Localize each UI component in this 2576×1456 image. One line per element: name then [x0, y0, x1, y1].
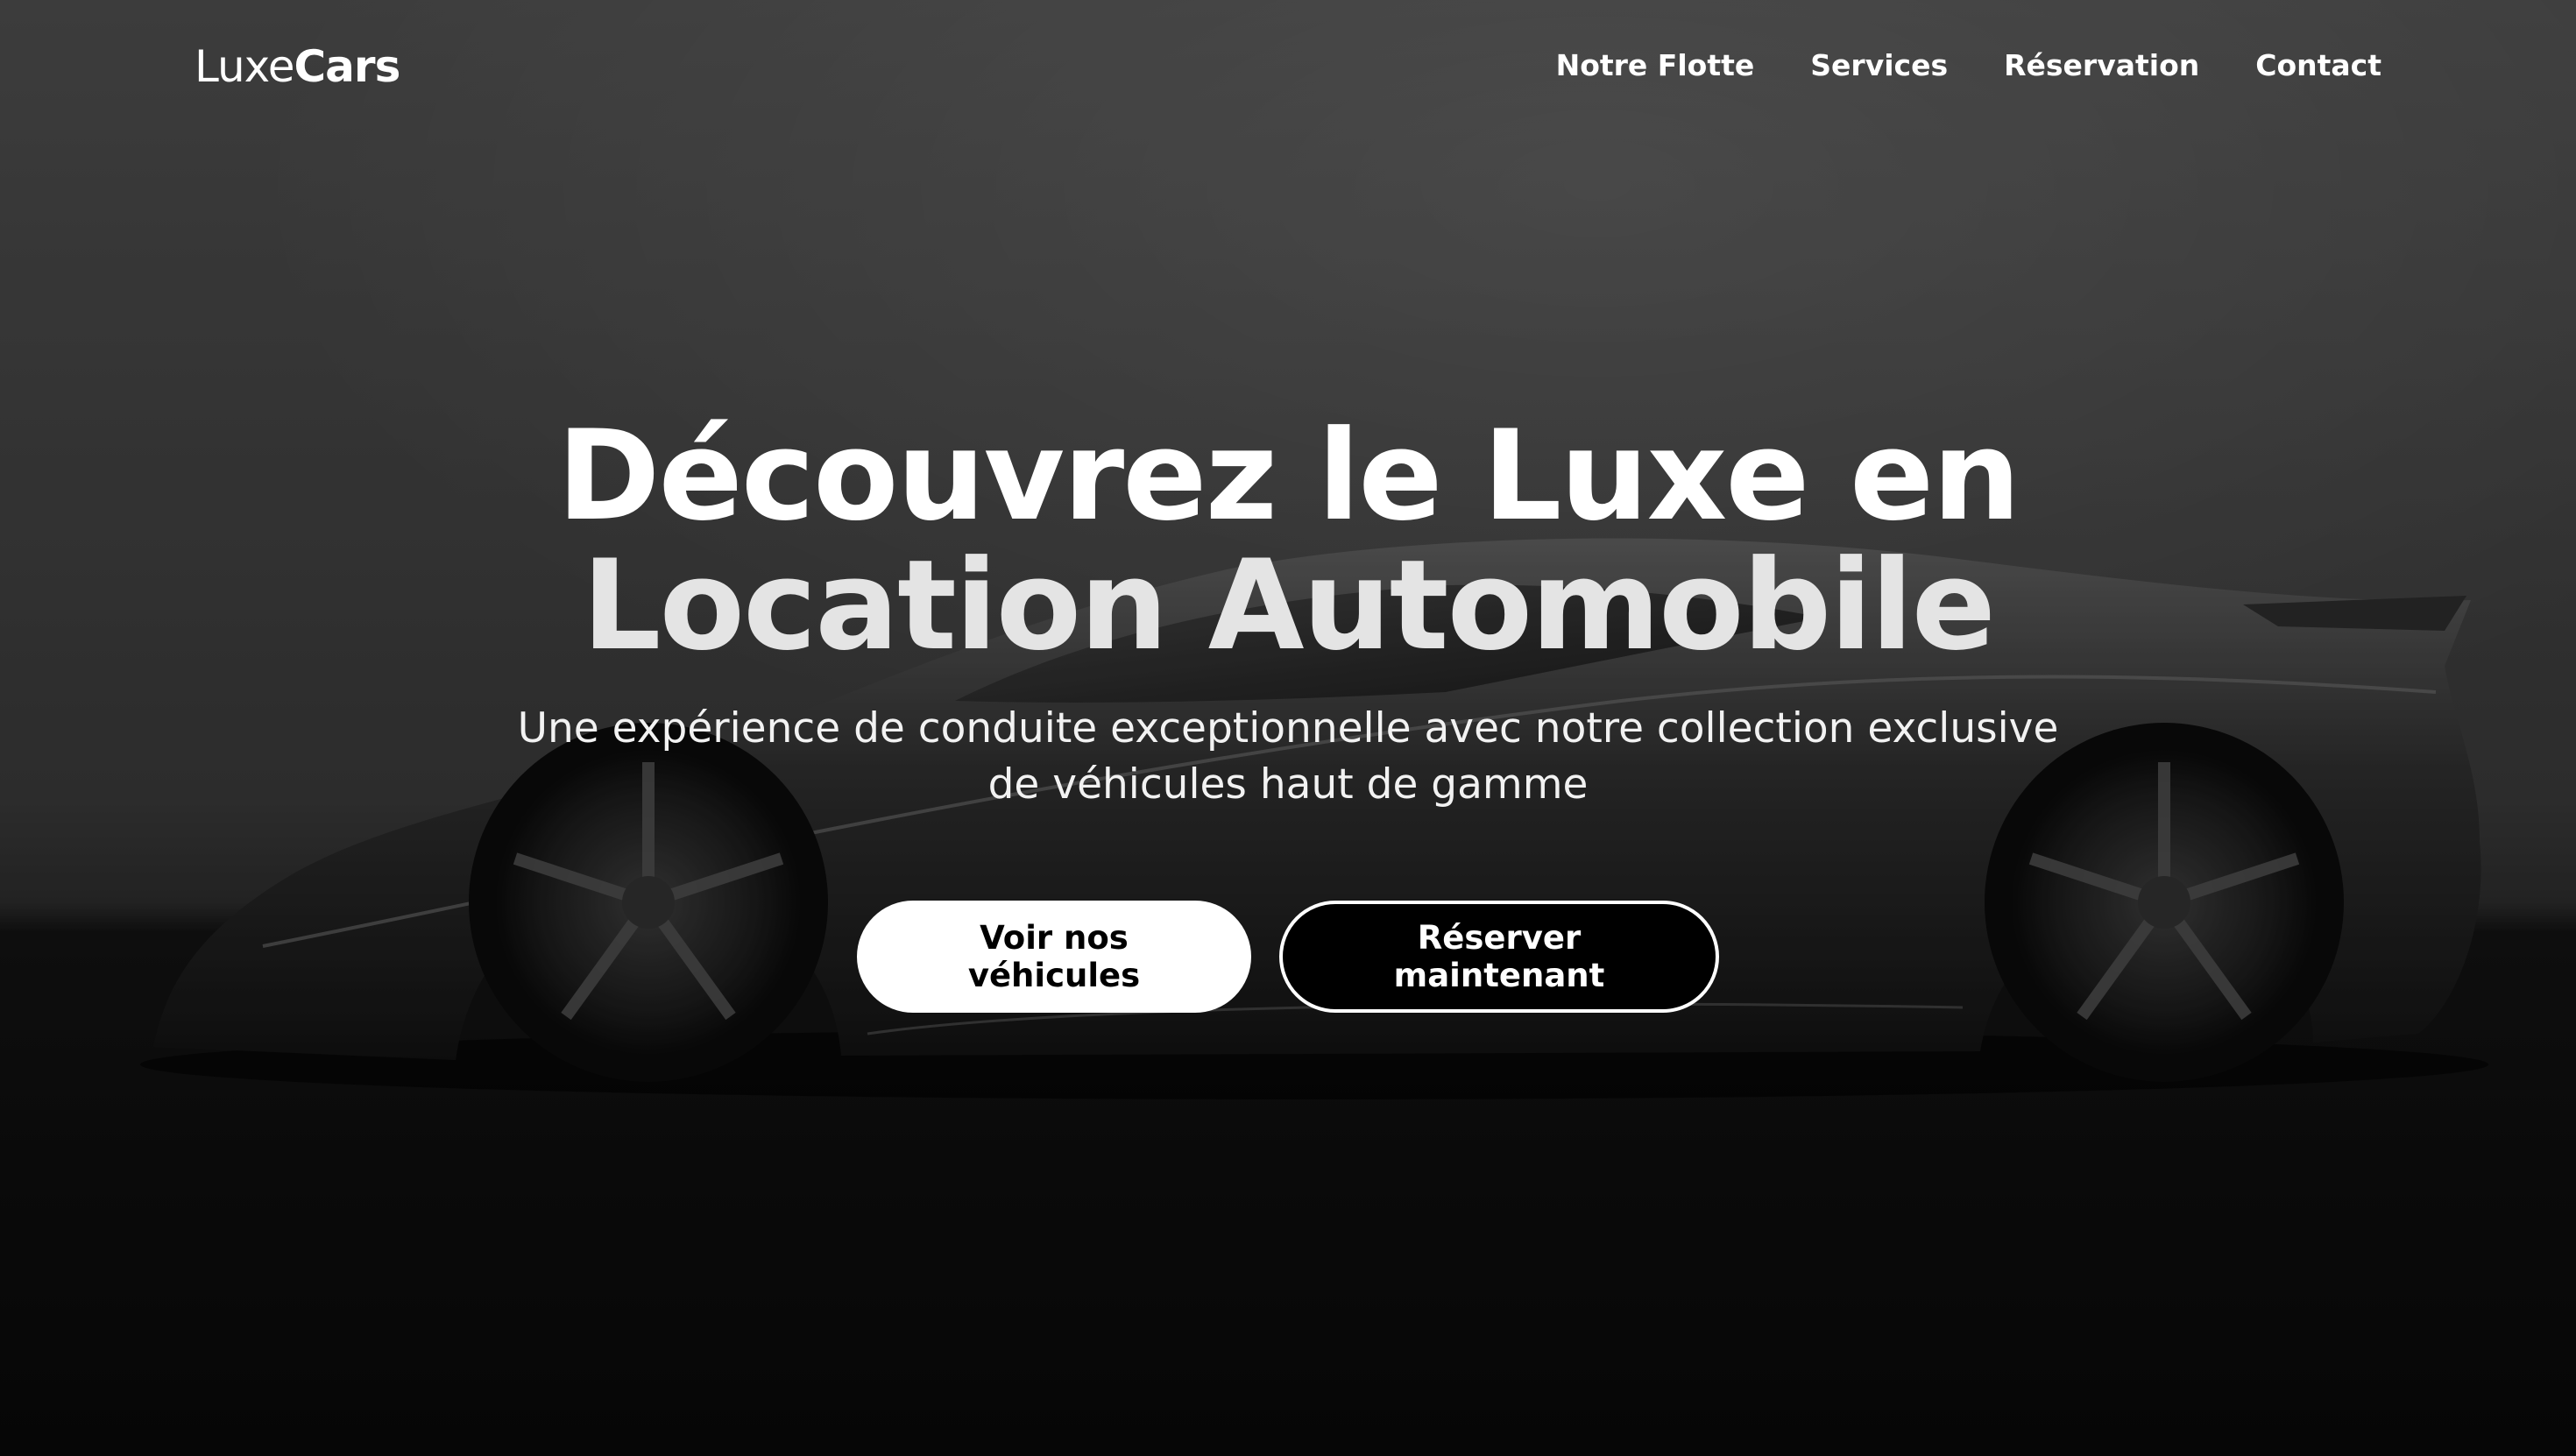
hero-title: Découvrez le Luxe en Location Automobile: [0, 412, 2576, 671]
nav-link-services[interactable]: Services: [1810, 44, 1948, 88]
nav-link-notre-flotte[interactable]: Notre Flotte: [1556, 44, 1755, 88]
nav-link-contact[interactable]: Contact: [2255, 44, 2381, 88]
logo-text-light: Luxe: [195, 41, 294, 92]
nav-link-reservation[interactable]: Réservation: [2004, 44, 2199, 88]
hero-content: Découvrez le Luxe en Location Automobile…: [0, 412, 2576, 1013]
nav-links: Notre Flotte Services Réservation Contac…: [1556, 44, 2381, 88]
hero-buttons: Voir nos véhicules Réserver maintenant: [0, 901, 2576, 1013]
hero-title-line-1: Découvrez le Luxe en: [556, 404, 2021, 548]
logo-text-bold: Cars: [294, 41, 400, 92]
view-vehicles-button[interactable]: Voir nos véhicules: [857, 901, 1251, 1013]
hero-title-line-2: Location Automobile: [582, 534, 1996, 678]
hero-subtitle: Une expérience de conduite exceptionnell…: [517, 704, 2059, 809]
hero-section: LuxeCars Notre Flotte Services Réservati…: [0, 0, 2576, 1456]
book-now-button[interactable]: Réserver maintenant: [1279, 901, 1719, 1013]
top-navigation: LuxeCars Notre Flotte Services Réservati…: [0, 0, 2576, 131]
brand-logo[interactable]: LuxeCars: [195, 39, 400, 95]
